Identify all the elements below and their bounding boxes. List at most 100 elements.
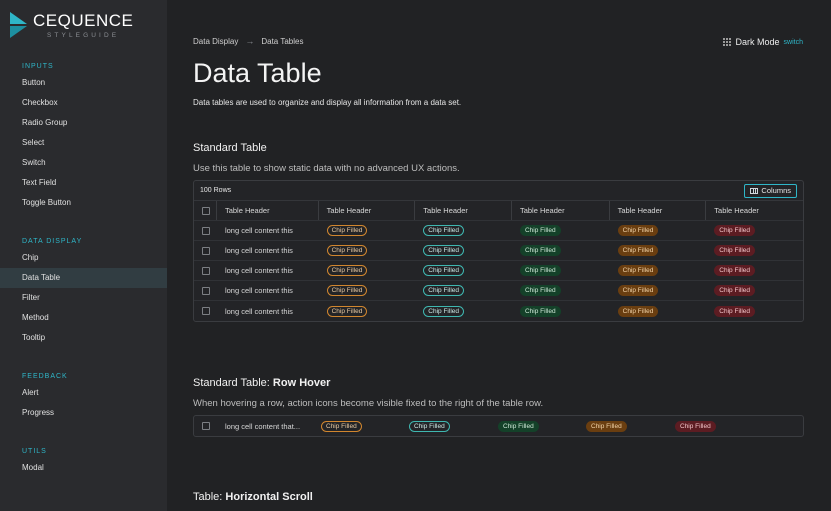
chip-filled-green: Chip Filled <box>519 265 561 276</box>
table-row[interactable]: long cell content this Chip Filled Chip Fi… <box>194 301 803 321</box>
table-row[interactable]: long cell content that... Chip Filled Ch… <box>194 416 803 436</box>
sidebar-item-select[interactable]: Select <box>0 133 167 153</box>
brand-name: CEQUENCE <box>33 11 134 30</box>
table-cell-text: long cell content this <box>224 306 293 316</box>
table-cell-text: long cell content this <box>224 226 293 235</box>
sidebar-item-method[interactable]: Method <box>0 308 167 328</box>
chip-outlined-orange: Chip Filled <box>321 420 362 432</box>
chip-outlined-teal: Chip Filled <box>423 305 464 317</box>
sidebar-item-toggle-button[interactable]: Toggle Button <box>0 193 167 213</box>
table-cell-text: long cell content this <box>224 286 293 295</box>
sidebar-item-switch[interactable]: Switch <box>0 153 167 173</box>
chip-filled-orange: Chip Filled <box>617 305 659 317</box>
chip-outlined-teal: Chip Filled <box>423 245 464 256</box>
section-title-prefix: Standard Table: <box>193 377 273 389</box>
chip-filled-green: Chip Filled <box>519 285 561 296</box>
chip-filled-red: Chip Filled <box>714 285 756 296</box>
column-header[interactable]: Table Header <box>415 201 512 220</box>
column-header[interactable]: Table Header <box>706 201 803 220</box>
table-toolbar: 100 Rows Columns <box>194 181 803 201</box>
sidebar-item-alert[interactable]: Alert <box>0 383 167 403</box>
breadcrumb: Data Display → Data Tables <box>193 36 303 46</box>
table-row[interactable]: long cell content this Chip Filled Chip Fi… <box>194 281 803 301</box>
sidebar-item-data-table[interactable]: Data Table <box>0 268 167 288</box>
section-title-standard-table: Standard Table <box>193 142 267 154</box>
chip-filled-red: Chip Filled <box>714 245 756 256</box>
nav-section-feedback: FEEDBACK Alert Progress <box>0 371 167 423</box>
columns-button[interactable]: Columns <box>744 183 797 198</box>
chip-outlined-teal: Chip Filled <box>409 420 450 432</box>
page-title: Data Table <box>193 58 322 88</box>
table-row[interactable]: long cell content this Chip Filled Chip Fi… <box>194 261 803 281</box>
row-checkbox[interactable] <box>202 246 210 255</box>
section-title-horizontal-scroll: Table: Horizontal Scroll <box>193 491 313 503</box>
nav-section-utils: UTILS Modal <box>0 446 167 478</box>
chip-filled-red: Chip Filled <box>675 420 716 432</box>
section-description: Use this table to show static data with … <box>193 163 460 174</box>
sidebar-item-radio-group[interactable]: Radio Group <box>0 113 167 133</box>
row-checkbox[interactable] <box>202 307 210 315</box>
sidebar-item-progress[interactable]: Progress <box>0 403 167 423</box>
chip-outlined-orange: Chip Filled <box>326 285 368 296</box>
sidebar-item-text-field[interactable]: Text Field <box>0 173 167 193</box>
chip-filled-orange: Chip Filled <box>617 285 659 296</box>
section-description: When hovering a row, action icons become… <box>193 398 544 409</box>
table-cell-text: long cell content that... <box>225 421 301 431</box>
table-cell-text: long cell content this <box>224 246 293 255</box>
chip-filled-green: Chip Filled <box>519 225 561 236</box>
brand-logo[interactable]: CEQUENCE STYLEGUIDE <box>10 12 133 39</box>
arrow-right-icon: → <box>245 36 255 46</box>
column-header[interactable]: Table Header <box>319 201 416 220</box>
cequence-logo-icon <box>10 12 30 38</box>
brand-subtitle: STYLEGUIDE <box>47 32 120 39</box>
sidebar-item-modal[interactable]: Modal <box>0 458 167 478</box>
chip-filled-orange: Chip Filled <box>617 245 659 256</box>
sidebar-item-tooltip[interactable]: Tooltip <box>0 328 167 348</box>
nav-heading: DATA DISPLAY <box>22 238 83 245</box>
breadcrumb-current: Data Tables <box>261 36 304 46</box>
breadcrumb-parent[interactable]: Data Display <box>193 37 238 46</box>
row-hover-table: long cell content that... Chip Filled Ch… <box>193 415 804 437</box>
sidebar-item-checkbox[interactable]: Checkbox <box>0 93 167 113</box>
column-header[interactable]: Table Header <box>512 201 610 220</box>
dark-mode-switch-link[interactable]: switch <box>784 39 803 46</box>
column-header[interactable]: Table Header <box>610 201 707 220</box>
chip-outlined-orange: Chip Filled <box>326 225 368 236</box>
table-cell-text: long cell content this <box>224 266 293 275</box>
chip-filled-green: Chip Filled <box>519 305 561 317</box>
row-checkbox[interactable] <box>202 266 210 275</box>
sidebar-item-button[interactable]: Button <box>0 73 167 93</box>
nav-heading: UTILS <box>22 448 47 455</box>
chip-outlined-orange: Chip Filled <box>326 245 368 256</box>
sidebar-item-filter[interactable]: Filter <box>0 288 167 308</box>
chip-filled-green: Chip Filled <box>498 420 539 432</box>
page-description: Data tables are used to organize and dis… <box>193 98 462 107</box>
chip-outlined-teal: Chip Filled <box>423 225 464 236</box>
dark-mode-toggle[interactable]: Dark Mode switch <box>722 37 803 47</box>
table-row[interactable]: long cell content this Chip Filled Chip Fi… <box>194 221 803 241</box>
nav-heading: FEEDBACK <box>22 373 68 380</box>
nav-heading: INPUTS <box>22 63 54 70</box>
row-checkbox[interactable] <box>202 226 210 235</box>
section-title-bold: Horizontal Scroll <box>225 491 313 503</box>
section-title-bold: Row Hover <box>272 377 331 389</box>
chip-filled-red: Chip Filled <box>714 265 756 276</box>
sidebar-item-chip[interactable]: Chip <box>0 248 167 268</box>
section-title-row-hover: Standard Table: Row Hover <box>193 377 330 389</box>
standard-table: 100 Rows Columns Table Header Table Heade… <box>193 180 804 322</box>
nav-section-inputs: INPUTS Button Checkbox Radio Group Selec… <box>0 61 167 213</box>
chip-outlined-orange: Chip Filled <box>326 305 368 317</box>
chip-filled-orange: Chip Filled <box>617 225 659 236</box>
table-row[interactable]: long cell content this Chip Filled Chip Fi… <box>194 241 803 261</box>
select-all-checkbox[interactable] <box>202 206 210 215</box>
grid-icon <box>722 38 731 46</box>
section-title-prefix: Table: <box>193 491 226 503</box>
chip-filled-orange: Chip Filled <box>586 420 627 432</box>
columns-button-label: Columns <box>761 186 791 195</box>
column-header[interactable]: Table Header <box>217 201 319 220</box>
row-checkbox[interactable] <box>202 286 210 295</box>
nav-section-data-display: DATA DISPLAY Chip Data Table Filter Meth… <box>0 236 167 348</box>
row-checkbox[interactable] <box>202 422 210 430</box>
chip-filled-green: Chip Filled <box>519 245 561 256</box>
columns-icon <box>750 187 759 194</box>
